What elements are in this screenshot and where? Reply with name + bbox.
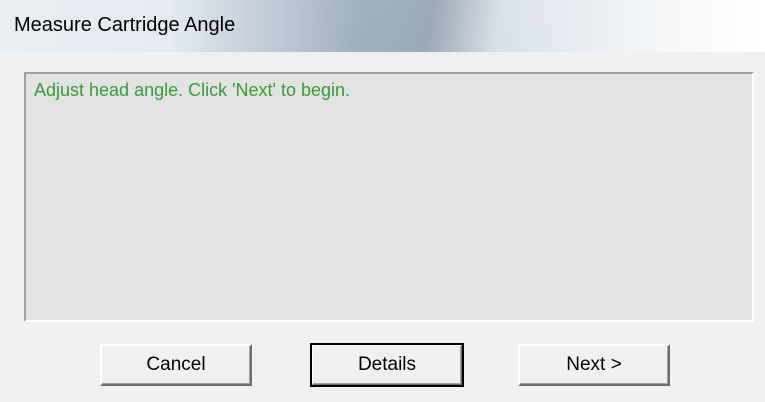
window-title: Measure Cartridge Angle bbox=[14, 14, 236, 36]
dialog-window: Measure Cartridge Angle Adjust head angl… bbox=[0, 0, 765, 402]
cancel-button[interactable]: Cancel bbox=[100, 344, 252, 386]
next-button[interactable]: Next > bbox=[518, 344, 670, 386]
title-bar[interactable]: Measure Cartridge Angle bbox=[0, 0, 765, 53]
message-panel: Adjust head angle. Click 'Next' to begin… bbox=[24, 72, 754, 322]
details-button[interactable]: Details bbox=[310, 343, 464, 387]
title-bar-glass bbox=[300, 0, 560, 52]
instruction-text: Adjust head angle. Click 'Next' to begin… bbox=[34, 80, 351, 100]
